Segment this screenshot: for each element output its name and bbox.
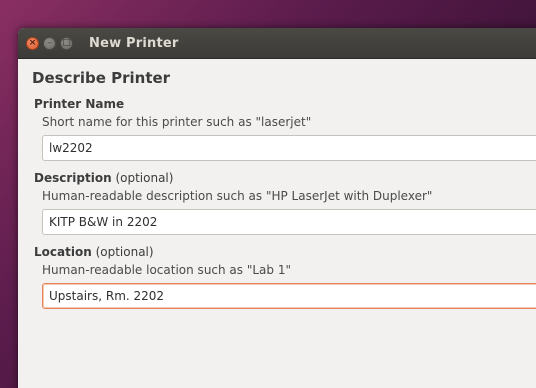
location-input[interactable] <box>42 283 536 309</box>
page-title: Describe Printer <box>32 69 171 87</box>
location-label: Location (optional) <box>34 245 536 259</box>
description-input[interactable] <box>42 209 536 235</box>
title-bar[interactable]: × – □ New Printer <box>18 28 536 59</box>
description-label-text: Description <box>34 171 112 185</box>
form-content: Describe Printer Printer Name Short name… <box>18 59 536 309</box>
description-label: Description (optional) <box>34 171 536 185</box>
printer-name-hint: Short name for this printer such as "las… <box>42 115 312 129</box>
printer-name-label-text: Printer Name <box>34 97 125 111</box>
printer-name-label: Printer Name <box>34 97 536 111</box>
new-printer-window: × – □ New Printer Describe Printer Print… <box>18 28 536 388</box>
minimize-icon[interactable]: – <box>43 36 56 50</box>
printer-name-input[interactable] <box>42 135 536 161</box>
close-icon[interactable]: × <box>26 36 39 50</box>
location-hint: Human-readable location such as "Lab 1" <box>42 263 291 277</box>
location-optional-text: (optional) <box>91 245 154 259</box>
description-optional-text: (optional) <box>111 171 174 185</box>
description-hint: Human-readable description such as "HP L… <box>42 189 433 203</box>
window-title: New Printer <box>89 35 179 51</box>
location-label-text: Location <box>34 245 92 259</box>
maximize-icon[interactable]: □ <box>60 36 73 50</box>
